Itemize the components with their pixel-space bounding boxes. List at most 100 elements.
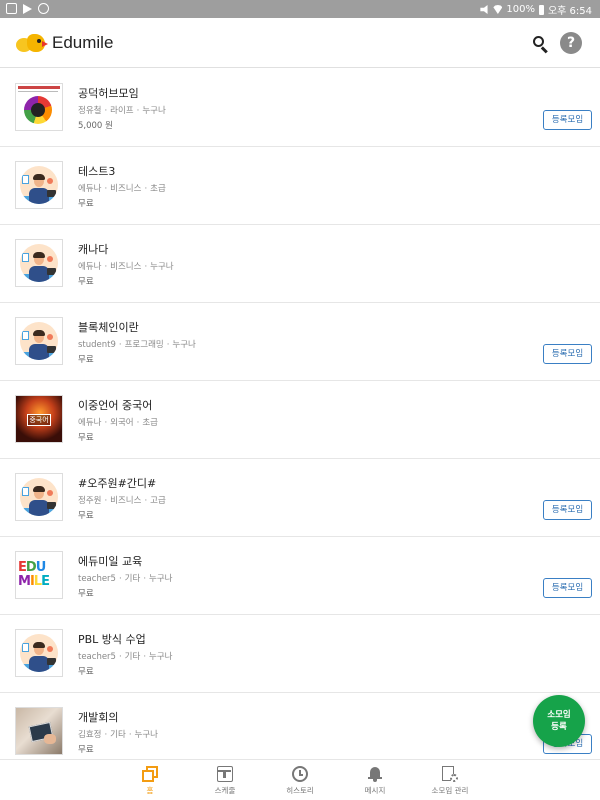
meeting-title: #오주원#간디#	[78, 477, 157, 490]
meeting-title: 에듀미일 교육	[78, 555, 143, 568]
meeting-thumbnail	[15, 707, 63, 755]
avatar-illustration-icon	[20, 478, 58, 516]
meeting-thumbnail	[15, 83, 63, 131]
meta-value: 비즈니스	[110, 496, 142, 506]
meta-value: 기타	[124, 652, 141, 662]
meeting-list-item[interactable]: 공덕허브모임 정유철 · 라이프 · 누구나 5,000 원 등록모임	[0, 69, 600, 147]
meeting-thumbnail	[15, 629, 63, 677]
meta-separator: ·	[128, 730, 132, 740]
registered-meeting-button[interactable]: 등록모임	[543, 110, 592, 130]
avatar-illustration-icon	[20, 166, 58, 204]
meeting-price: 무료	[78, 589, 94, 599]
meeting-list: 공덕허브모임 정유철 · 라이프 · 누구나 5,000 원 등록모임 테스트3 에듀나 · 비즈니스…	[0, 69, 600, 759]
bottom-navigation: 홈 스케줄 히스토리 메시지 소모임 관리	[0, 759, 600, 800]
meeting-title: PBL 방식 수업	[78, 633, 146, 646]
meta-value: 에듀나	[78, 184, 102, 194]
meta-separator: ·	[143, 652, 147, 662]
meeting-meta: 에듀나 · 비즈니스 · 누구나	[78, 260, 174, 272]
meta-value: 기타	[124, 574, 141, 584]
meta-value: 누구나	[142, 106, 166, 116]
nav-manage-label: 소모임 관리	[431, 786, 469, 795]
registered-meeting-button[interactable]: 등록모임	[543, 578, 592, 598]
meeting-list-item[interactable]: EDU MILE 에듀미일 교육 teacher5 · 기타 · 누구나 무료 등록모임	[0, 537, 600, 615]
meta-value: teacher5	[78, 574, 116, 584]
nav-home[interactable]: 홈	[113, 764, 187, 800]
fab-label-line2: 등록	[551, 722, 567, 732]
gallery-icon	[6, 3, 17, 14]
meta-value: 누구나	[149, 574, 173, 584]
meeting-price: 5,000 원	[78, 121, 113, 131]
meta-separator: ·	[136, 418, 140, 428]
meeting-list-item[interactable]: 테스트3 에듀나 · 비즈니스 · 초급 무료	[0, 147, 600, 225]
meeting-list-item[interactable]: 블록체인이란 student9 · 프로그래밍 · 누구나 무료 등록모임	[0, 303, 600, 381]
meta-value: 정유철	[78, 106, 102, 116]
meeting-meta: student9 · 프로그래밍 · 누구나	[78, 338, 196, 350]
manage-icon	[442, 766, 458, 782]
meeting-list-item[interactable]: 캐나다 에듀나 · 비즈니스 · 누구나 무료	[0, 225, 600, 303]
meeting-meta: 김효정 · 기타 · 누구나	[78, 728, 158, 740]
meeting-meta: 에듀나 · 비즈니스 · 초급	[78, 182, 166, 194]
meeting-title: 캐나다	[78, 243, 109, 256]
meta-value: 초급	[150, 184, 166, 194]
fab-label-line1: 소모임	[547, 710, 571, 720]
battery-percent: 100%	[506, 4, 535, 15]
meta-separator: ·	[104, 184, 108, 194]
meta-value: 고급	[150, 496, 166, 506]
nav-messages[interactable]: 메시지	[338, 764, 412, 800]
meeting-price: 무료	[78, 277, 94, 287]
meeting-price: 무료	[78, 745, 94, 755]
meta-separator: ·	[104, 730, 108, 740]
app-title: Edumile	[52, 33, 114, 52]
nav-history-label: 히스토리	[286, 786, 314, 795]
meta-value: 에듀나	[78, 262, 102, 272]
meeting-thumbnail	[15, 239, 63, 287]
battery-icon	[538, 4, 544, 15]
meta-separator: ·	[104, 418, 108, 428]
meeting-price: 무료	[78, 511, 94, 521]
calendar-icon	[217, 766, 233, 782]
meeting-price: 무료	[78, 199, 94, 209]
meeting-list-item[interactable]: PBL 방식 수업 teacher5 · 기타 · 누구나 무료	[0, 615, 600, 693]
meta-value: 에듀나	[78, 418, 102, 428]
meta-separator: ·	[143, 574, 147, 584]
meta-value: 누구나	[149, 652, 173, 662]
registered-meeting-button[interactable]: 등록모임	[543, 344, 592, 364]
meta-value: 라이프	[110, 106, 134, 116]
search-icon[interactable]	[533, 36, 549, 54]
nav-schedule[interactable]: 스케줄	[188, 764, 262, 800]
meeting-meta: 정주원 · 비즈니스 · 고급	[78, 494, 166, 506]
thumbnail-sign: 중국어	[27, 414, 51, 426]
meeting-list-item[interactable]: 중국어 이중언어 중국어 에듀나 · 외국어 · 초급 무료	[0, 381, 600, 459]
meta-value: 누구나	[134, 730, 158, 740]
meeting-price: 무료	[78, 433, 94, 443]
nav-history[interactable]: 히스토리	[263, 764, 337, 800]
nav-messages-label: 메시지	[364, 786, 386, 795]
meeting-title: 이중언어 중국어	[78, 399, 153, 412]
register-meeting-fab[interactable]: 소모임 등록	[533, 695, 585, 747]
meeting-list-item[interactable]: 개발회의김효정·기타·누구나무료등록모임	[0, 693, 600, 759]
meta-separator: ·	[118, 574, 122, 584]
status-bar: 100% 오후 6:54	[0, 0, 600, 18]
home-icon	[142, 766, 158, 782]
meta-value: student9	[78, 340, 116, 350]
meta-separator: ·	[144, 262, 148, 272]
meeting-meta: teacher5 · 기타 · 누구나	[78, 650, 172, 662]
system-status: 100% 오후 6:54	[480, 2, 592, 17]
meta-value: 비즈니스	[110, 184, 142, 194]
nav-manage[interactable]: 소모임 관리	[413, 764, 487, 800]
meta-separator: ·	[118, 652, 122, 662]
meta-value: 기타	[110, 730, 126, 740]
meta-separator: ·	[166, 340, 170, 350]
meeting-list-item[interactable]: #오주원#간디# 정주원 · 비즈니스 · 고급무료 등록모임	[0, 459, 600, 537]
history-icon	[292, 766, 308, 782]
registered-meeting-button[interactable]: 등록모임	[543, 500, 592, 520]
meeting-thumbnail	[15, 473, 63, 521]
profile-avatar[interactable]: ?	[560, 32, 582, 54]
meeting-title: 블록체인이란	[78, 321, 139, 334]
avatar-illustration-icon	[20, 634, 58, 672]
mute-icon	[480, 5, 488, 14]
meta-separator: ·	[118, 340, 122, 350]
meta-value: 초급	[142, 418, 158, 428]
play-icon	[23, 4, 32, 14]
meta-value: 누구나	[150, 262, 174, 272]
